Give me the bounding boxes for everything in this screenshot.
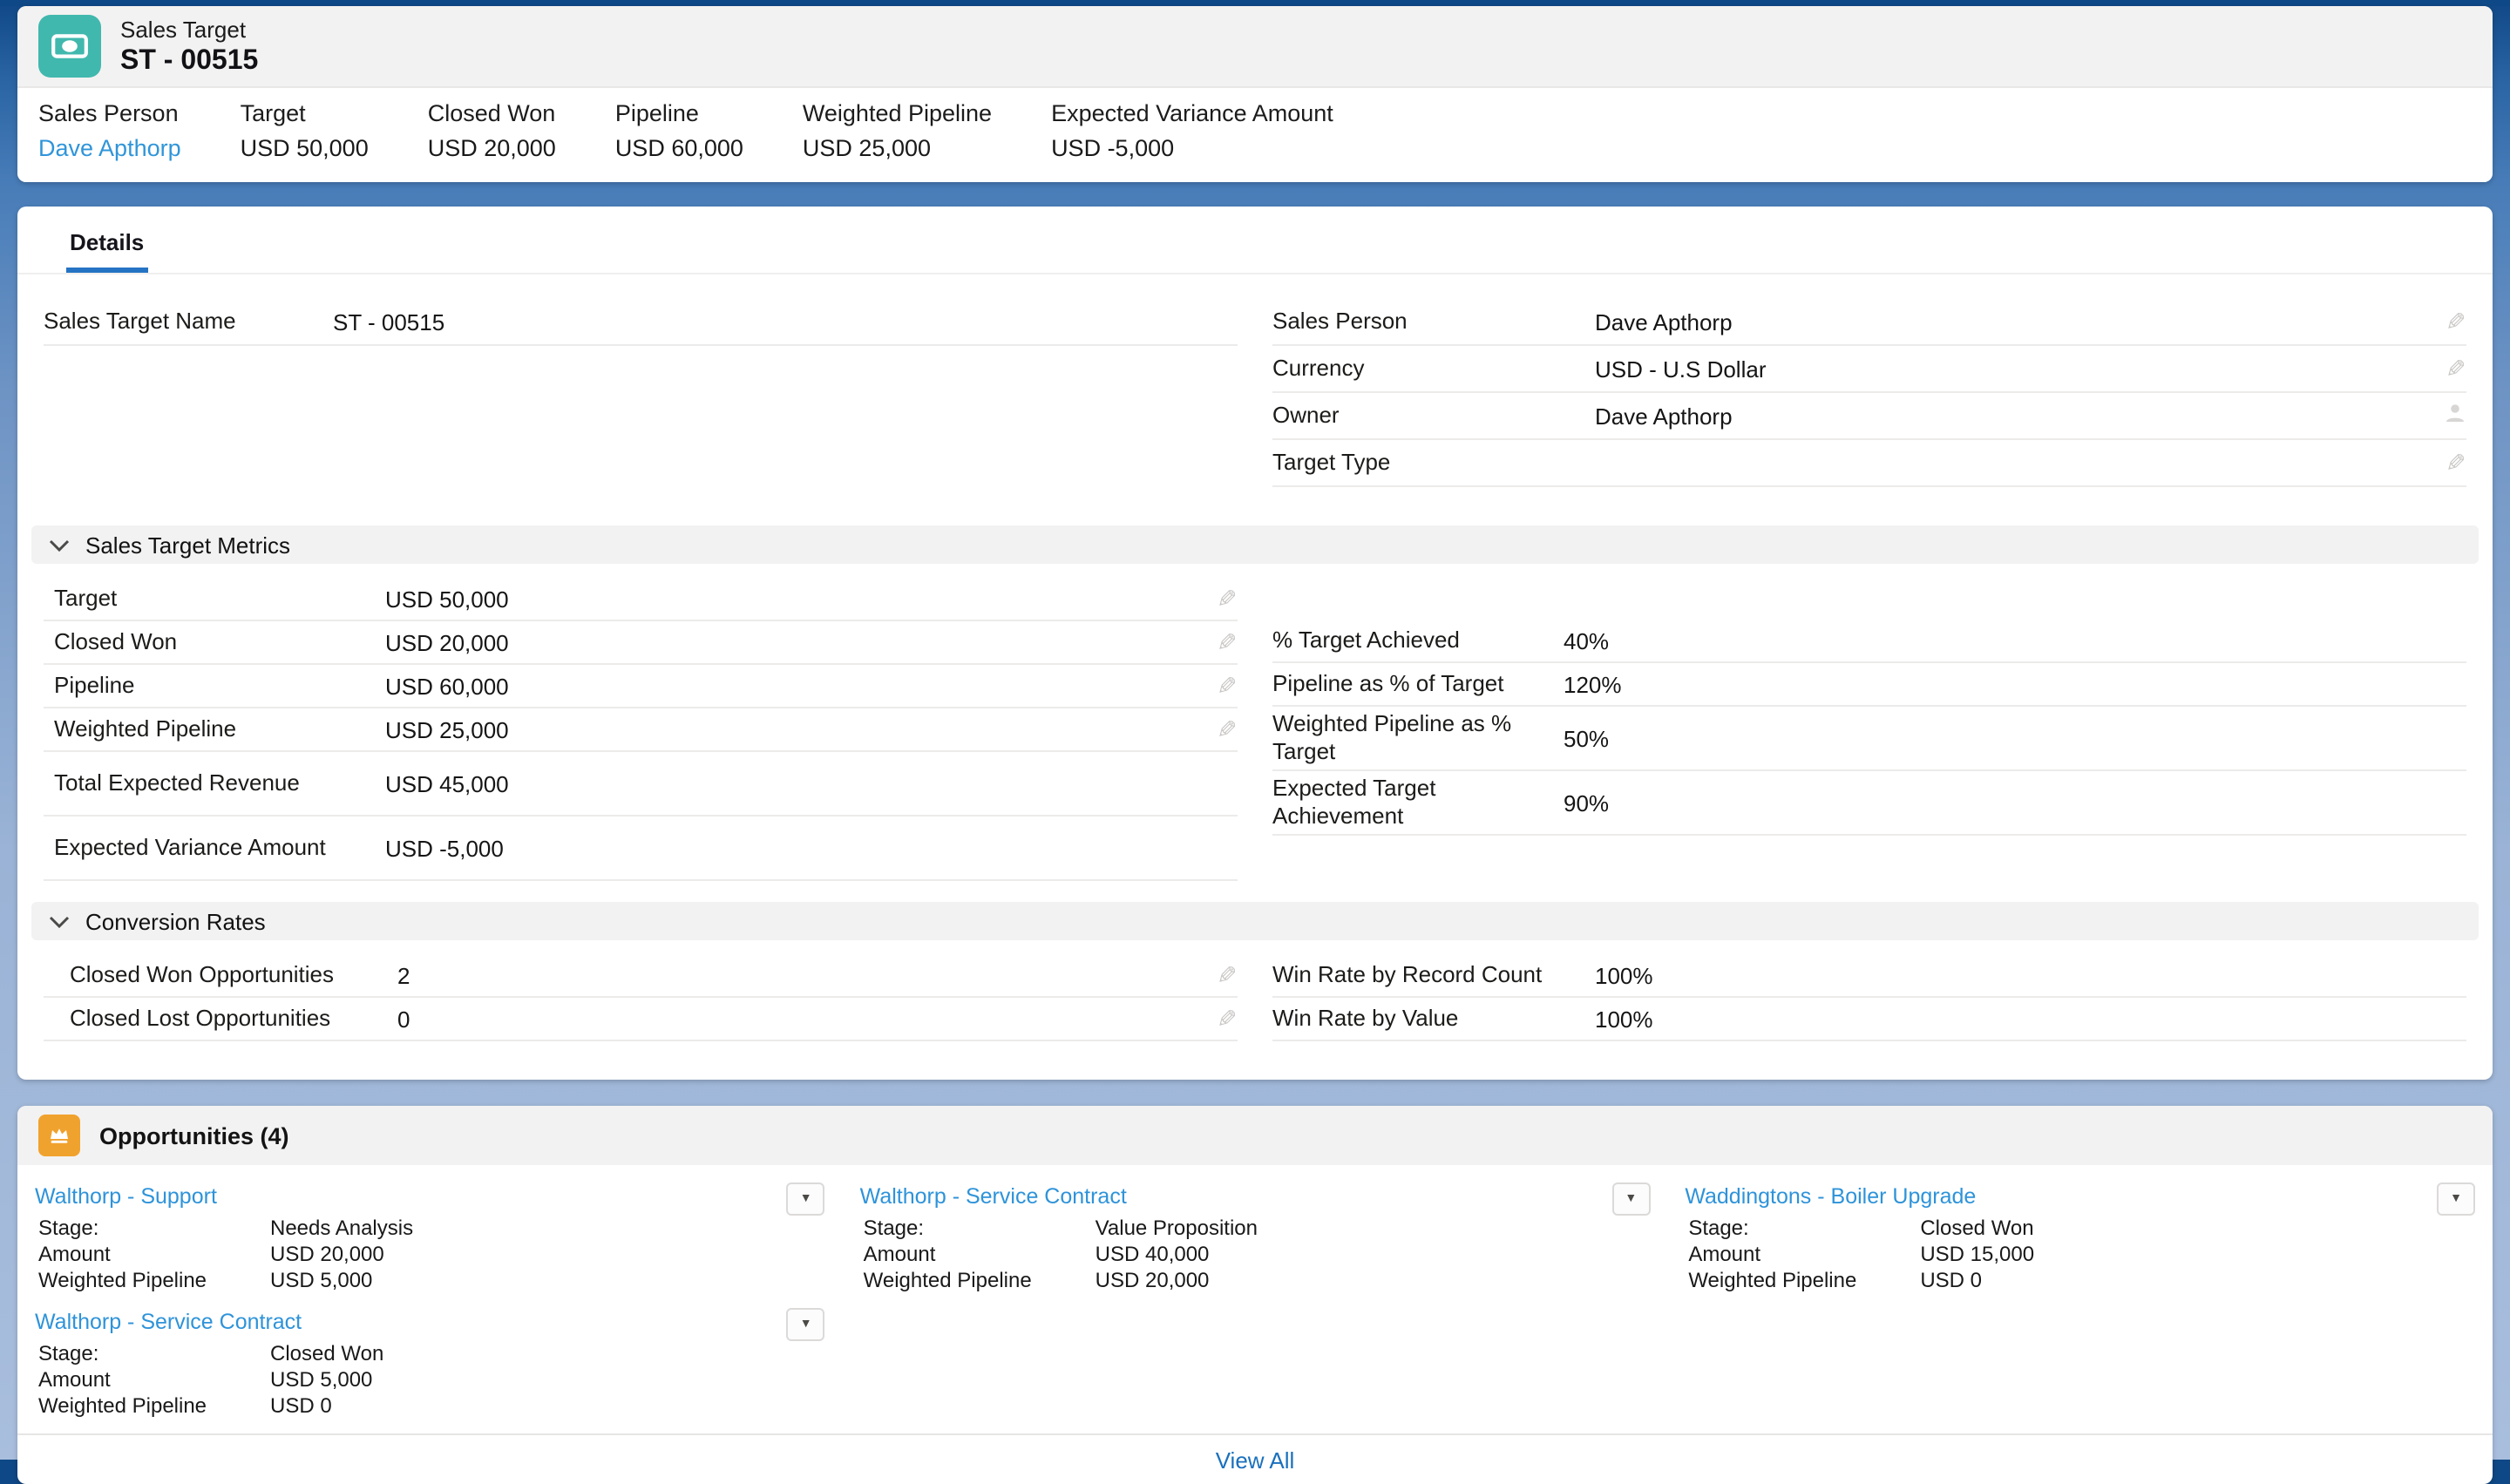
object-label: Sales Target [120,16,258,44]
record-title-row: Sales Target ST - 00515 [17,6,2493,88]
edit-pencil-icon[interactable]: ✎ [1218,1006,1238,1031]
section-title: Conversion Rates [85,908,266,934]
record-highlights-panel: Sales Target ST - 00515 Sales Person Dav… [17,6,2493,182]
highlight-field-target: Target USD 50,000 [241,100,369,163]
field-row-pct-target-achieved: % Target Achieved 40% [1272,620,2466,663]
opportunity-tile: Walthorp - Service Contract ▼ Stage:Valu… [857,1181,1654,1296]
opportunity-link[interactable]: Walthorp - Support [35,1182,217,1210]
field-row-weighted-pipeline: Weighted Pipeline USD 25,000 ✎ [44,708,1238,752]
metrics-left-column: Target USD 50,000 ✎ Closed Won USD 20,00… [44,578,1238,881]
field-row-win-rate-value: Win Rate by Value 100% [1272,998,2466,1041]
section-header-conversion-rates[interactable]: Conversion Rates [31,902,2479,940]
highlight-fields-row: Sales Person Dave Apthorp Target USD 50,… [17,88,2493,182]
edit-pencil-icon[interactable]: ✎ [2446,309,2466,334]
record-title-block: Sales Target ST - 00515 [120,16,258,77]
chevron-down-icon: ▼ [800,1193,812,1205]
sales-person-link[interactable]: Dave Apthorp [38,135,181,163]
top-field-grid: Sales Target Name ST - 00515 Sales Perso… [44,299,2466,487]
chevron-down-icon: ▼ [1625,1193,1637,1205]
field-row-weighted-pipeline-pct-target: Weighted Pipeline as % Target 50% [1272,707,2466,771]
edit-pencil-icon[interactable]: ✎ [1218,717,1238,742]
field-row-win-rate-record-count: Win Rate by Record Count 100% [1272,954,2466,998]
field-row-total-expected-revenue: Total Expected Revenue USD 45,000 [44,752,1238,817]
row-actions-button[interactable]: ▼ [787,1182,825,1216]
opportunities-related-list: Opportunities (4) Walthorp - Support ▼ S… [17,1106,2493,1484]
metrics-grid: Target USD 50,000 ✎ Closed Won USD 20,00… [44,578,2466,881]
edit-pencil-icon[interactable]: ✎ [1218,630,1238,654]
field-row-target-type: Target Type ✎ [1272,440,2466,487]
chevron-down-icon: ▼ [800,1318,812,1331]
tab-details[interactable]: Details [66,207,147,273]
field-row-sales-target-name: Sales Target Name ST - 00515 [44,299,1238,346]
owner-link[interactable]: Dave Apthorp [1595,403,1733,429]
field-row-closed-won-opportunities: Closed Won Opportunities 2 ✎ [44,954,1238,998]
highlight-field-sales-person: Sales Person Dave Apthorp [38,100,181,163]
opportunities-tiles: Walthorp - Support ▼ Stage:Needs Analysi… [17,1165,2493,1426]
chevron-down-icon [49,539,70,551]
edit-pencil-icon[interactable]: ✎ [1218,674,1238,698]
edit-pencil-icon[interactable]: ✎ [1218,963,1238,987]
sales-person-detail-link[interactable]: Dave Apthorp [1595,308,1733,335]
details-card: Details Sales Target Name ST - 00515 Sal… [17,207,2493,1080]
section-title: Sales Target Metrics [85,532,290,558]
field-row-target: Target USD 50,000 ✎ [44,578,1238,621]
field-row-expected-target-achievement: Expected Target Achievement 90% [1272,771,2466,836]
row-actions-button[interactable]: ▼ [787,1308,825,1341]
row-actions-button[interactable]: ▼ [2437,1182,2475,1216]
opportunity-link[interactable]: Walthorp - Service Contract [860,1182,1127,1210]
highlight-field-expected-variance: Expected Variance Amount USD -5,000 [1051,100,1333,163]
sales-target-icon [38,15,101,78]
top-left-column: Sales Target Name ST - 00515 [44,299,1238,346]
field-row-closed-lost-opportunities: Closed Lost Opportunities 0 ✎ [44,998,1238,1041]
field-row-expected-variance-amount: Expected Variance Amount USD -5,000 [44,817,1238,881]
opportunities-header[interactable]: Opportunities (4) [17,1106,2493,1165]
edit-pencil-icon[interactable]: ✎ [2446,356,2466,381]
opportunities-title: Opportunities (4) [99,1122,289,1149]
chevron-down-icon [49,915,70,927]
conversion-left-column: Closed Won Opportunities 2 ✎ Closed Lost… [44,954,1238,1041]
tab-bar: Details [17,207,2493,274]
top-right-column: Sales Person Dave Apthorp ✎ Currency USD… [1272,299,2466,487]
edit-pencil-icon[interactable]: ✎ [1218,586,1238,611]
view-all-link[interactable]: View All [1216,1447,1295,1473]
opportunity-tile: Walthorp - Service Contract ▼ Stage:Clos… [31,1306,829,1421]
highlight-field-closed-won: Closed Won USD 20,000 [428,100,556,163]
change-owner-icon[interactable] [2444,402,2466,430]
opportunity-tile: Waddingtons - Boiler Upgrade ▼ Stage:Clo… [1681,1181,2479,1296]
banknote-glyph [49,25,91,67]
field-row-closed-won: Closed Won USD 20,000 ✎ [44,621,1238,665]
highlight-field-pipeline: Pipeline USD 60,000 [615,100,743,163]
edit-pencil-icon[interactable]: ✎ [2446,451,2466,475]
view-all-row: View All [17,1433,2493,1484]
opportunity-icon [38,1115,80,1156]
opportunity-link[interactable]: Walthorp - Service Contract [35,1308,302,1336]
metrics-right-column: % Target Achieved 40% Pipeline as % of T… [1272,620,2466,836]
field-row-pipeline: Pipeline USD 60,000 ✎ [44,665,1238,708]
conversion-grid: Closed Won Opportunities 2 ✎ Closed Lost… [44,954,2466,1041]
opportunity-link[interactable]: Waddingtons - Boiler Upgrade [1685,1182,1976,1210]
conversion-right-column: Win Rate by Record Count 100% Win Rate b… [1272,954,2466,1041]
chevron-down-icon: ▼ [2450,1193,2462,1205]
highlight-field-weighted-pipeline: Weighted Pipeline USD 25,000 [803,100,992,163]
crown-glyph [45,1121,73,1149]
field-row-currency: Currency USD - U.S Dollar ✎ [1272,346,2466,393]
field-row-owner: Owner Dave Apthorp [1272,393,2466,440]
record-name: ST - 00515 [120,44,258,77]
field-row-sales-person: Sales Person Dave Apthorp ✎ [1272,299,2466,346]
field-row-pipeline-pct-of-target: Pipeline as % of Target 120% [1272,663,2466,707]
opportunity-tile: Walthorp - Support ▼ Stage:Needs Analysi… [31,1181,829,1296]
sales-target-record-page: Sales Target ST - 00515 Sales Person Dav… [0,6,2510,1460]
section-header-sales-target-metrics[interactable]: Sales Target Metrics [31,525,2479,564]
row-actions-button[interactable]: ▼ [1611,1182,1650,1216]
